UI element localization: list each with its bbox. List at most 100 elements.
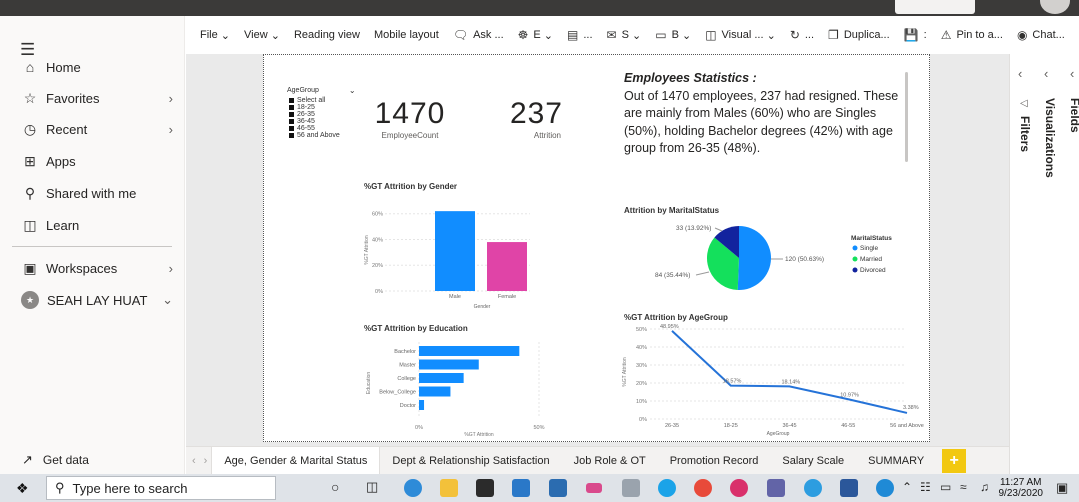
app-icon[interactable]: [730, 479, 748, 497]
tick-label: 0%: [639, 417, 647, 423]
category-label: College: [397, 376, 416, 382]
clock-date: 9/23/2020: [998, 488, 1044, 499]
volume-icon[interactable]: ♫: [980, 480, 989, 494]
data-label: 10.97%: [840, 392, 859, 398]
windows-start-icon[interactable]: ❖: [16, 480, 29, 497]
tray-chevron-icon[interactable]: ⌃: [902, 480, 912, 494]
bar-doctor: [419, 400, 425, 410]
category-label: Male: [449, 294, 461, 300]
leader-line: [714, 227, 723, 232]
category-label: 46-55: [841, 423, 855, 429]
teams-icon[interactable]: [767, 479, 785, 497]
tick-label: 50%: [533, 425, 544, 431]
app-icon[interactable]: [586, 483, 602, 493]
charts-layer: %GT Attrition by Gender 0% 20% 40% 60% %GT At…: [364, 182, 924, 438]
notifications-icon[interactable]: ▣: [1056, 480, 1068, 496]
legend-entry: Married: [860, 256, 882, 263]
search-placeholder: Type here to search: [72, 480, 188, 496]
tick-label: 40%: [372, 237, 383, 243]
task-view-icon[interactable]: ◫: [366, 479, 378, 495]
chevron-left-icon[interactable]: ‹: [1044, 66, 1048, 81]
file-explorer-icon[interactable]: [440, 479, 458, 497]
tab-salary-scale[interactable]: Salary Scale: [770, 447, 856, 475]
clock-time: 11:27 AM: [999, 477, 1042, 488]
right-pane: ‹ ‹ ‹ ◁ Filters Visualizations Fields: [1009, 54, 1079, 474]
data-label: 18.14%: [782, 379, 801, 385]
app-icon[interactable]: [804, 479, 822, 497]
tab-label: Salary Scale: [782, 454, 845, 467]
bar-bachelor: [419, 346, 520, 356]
clock[interactable]: 11:27 AM 9/23/2020: [999, 477, 1044, 499]
cortana-icon[interactable]: ○: [331, 479, 339, 495]
chevron-left-icon[interactable]: ‹: [1070, 66, 1074, 81]
network-icon[interactable]: ☷: [920, 480, 931, 494]
tick-label: 20%: [372, 263, 383, 269]
fields-pane-label[interactable]: Fields: [1068, 98, 1079, 133]
bar-college: [419, 373, 464, 383]
category-label: Doctor: [400, 403, 416, 409]
chart-title: %GT Attrition by Education: [364, 324, 468, 333]
category-label: 26-35: [665, 423, 679, 429]
edge-icon[interactable]: [404, 479, 422, 497]
data-label: 84 (35.44%): [655, 272, 690, 279]
search-icon: ⚲: [55, 480, 65, 495]
data-label: 48.95%: [660, 324, 679, 330]
leader-line: [695, 271, 710, 276]
chevron-left-icon[interactable]: ‹: [1018, 66, 1022, 81]
app-icon[interactable]: [622, 479, 640, 497]
category-label: 18-25: [724, 423, 738, 429]
bar-below_college: [419, 386, 451, 397]
tab-dept-relationship[interactable]: Dept & Relationship Satisfaction: [380, 447, 561, 475]
category-label: 56 and Above: [890, 423, 924, 429]
tick-label: 60%: [372, 212, 383, 218]
tick-label: 50%: [636, 327, 647, 333]
word-icon[interactable]: [840, 479, 858, 497]
battery-icon[interactable]: ▭: [940, 480, 951, 494]
app-icon[interactable]: [512, 479, 530, 497]
axis-label: %GT Attrition: [464, 432, 494, 438]
bar-female: [487, 242, 527, 291]
category-label: Master: [399, 363, 416, 369]
tick-label: 40%: [636, 345, 647, 351]
tick-label: 0%: [415, 425, 423, 431]
tick-label: 30%: [636, 363, 647, 369]
help-icon[interactable]: [876, 479, 894, 497]
plus-icon: +: [949, 451, 959, 469]
chart-title: Attrition by MaritalStatus: [624, 206, 720, 215]
data-label: 120 (50.63%): [785, 256, 824, 263]
wifi-icon[interactable]: ≈: [960, 480, 967, 494]
tab-summary[interactable]: SUMMARY: [856, 447, 936, 475]
pie-slice-single: [737, 226, 771, 290]
add-page-button[interactable]: +: [942, 448, 967, 473]
tab-prev-icon[interactable]: ‹: [192, 455, 196, 467]
taskbar-search-input[interactable]: ⚲ Type here to search: [46, 476, 276, 500]
bar-male: [435, 211, 475, 291]
legend-entry: Divorced: [860, 267, 886, 274]
chart-title: %GT Attrition by AgeGroup: [624, 313, 728, 322]
tab-job-role-ot[interactable]: Job Role & OT: [562, 447, 658, 475]
store-icon[interactable]: [476, 479, 494, 497]
visualizations-pane-label[interactable]: Visualizations: [1043, 98, 1057, 178]
tab-label: Dept & Relationship Satisfaction: [392, 454, 550, 467]
category-label: Female: [498, 294, 516, 300]
legend-entry: Single: [860, 245, 878, 252]
axis-label: Education: [366, 372, 372, 394]
category-label: 36-45: [782, 423, 796, 429]
chrome-icon[interactable]: [694, 479, 712, 497]
tab-label: Age, Gender & Marital Status: [224, 454, 368, 467]
skype-icon[interactable]: [658, 479, 676, 497]
tab-promotion-record[interactable]: Promotion Record: [658, 447, 771, 475]
filters-pane-label[interactable]: Filters: [1018, 116, 1032, 152]
bar-master: [419, 359, 479, 370]
tab-next-icon[interactable]: ›: [204, 455, 208, 467]
legend-marker: [852, 256, 858, 262]
legend-title: MaritalStatus: [851, 235, 892, 242]
windows-taskbar: ❖ ⚲ Type here to search ○ ◫ ⌃ ☷ ▭ ≈ ♫ 11…: [0, 474, 1079, 502]
tab-label: SUMMARY: [868, 454, 925, 467]
data-label: 33 (13.92%): [676, 225, 711, 232]
app-icon[interactable]: [549, 479, 567, 497]
tab-age-gender-marital[interactable]: Age, Gender & Marital Status: [211, 446, 381, 475]
tick-label: 10%: [636, 399, 647, 405]
legend-marker: [852, 245, 858, 251]
filter-icon: ◁: [1020, 98, 1028, 109]
